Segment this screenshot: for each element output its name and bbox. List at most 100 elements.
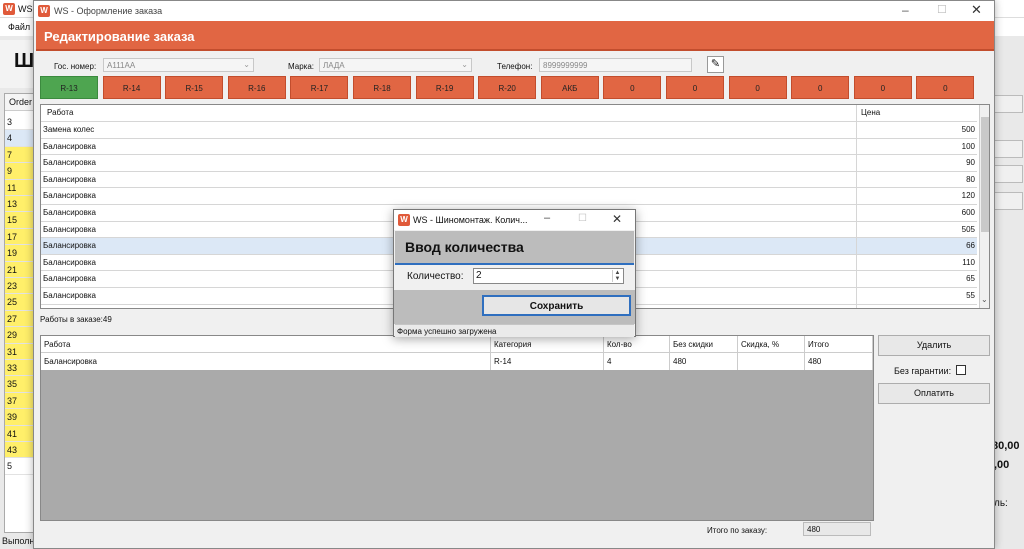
quantity-stepper[interactable]: ▲ ▼ xyxy=(612,270,622,282)
items-header-cell: Работа xyxy=(41,336,491,353)
category-tab[interactable]: 0 xyxy=(853,76,912,99)
chevron-down-icon: ⌄ xyxy=(243,60,250,69)
background-right-label: ль: xyxy=(994,498,1008,509)
works-header-price: Цена xyxy=(861,108,881,117)
category-tab[interactable]: R-18 xyxy=(353,76,411,99)
category-tab[interactable]: R-14 xyxy=(102,76,161,99)
brand-value: ЛАДА xyxy=(323,61,345,70)
items-cell[interactable]: 4 xyxy=(604,353,670,370)
works-row-price: 65 xyxy=(966,274,975,284)
save-button[interactable]: Сохранить xyxy=(482,295,631,316)
minimize-icon[interactable]: – xyxy=(544,212,550,224)
works-row[interactable]: Балансировка 80 xyxy=(41,172,977,189)
plate-select[interactable]: А111АА ⌄ xyxy=(103,58,254,72)
window-title: WS - Оформление заказа xyxy=(54,6,163,16)
items-cell[interactable]: 480 xyxy=(805,353,873,370)
category-tab[interactable]: R-20 xyxy=(478,76,537,99)
minimize-icon[interactable]: – xyxy=(902,3,909,17)
menu-file[interactable]: Файл xyxy=(8,22,30,32)
works-header-row: Работа Цена xyxy=(41,105,977,122)
category-tab[interactable]: R-13 xyxy=(40,76,98,99)
category-tab[interactable]: R-16 xyxy=(227,76,286,99)
plate-label: Гос. номер: xyxy=(54,62,97,71)
app-logo-icon: W xyxy=(3,3,15,15)
items-cell[interactable]: Балансировка xyxy=(41,353,491,370)
background-right-value-2: ,00 xyxy=(994,459,1010,471)
works-row-price: 80 xyxy=(966,174,975,184)
works-row-name: Балансировка xyxy=(43,224,96,234)
works-row-name: Балансировка xyxy=(43,208,96,217)
quantity-label: Количество: xyxy=(407,271,464,282)
works-scrollbar[interactable]: ⌄ xyxy=(979,105,989,308)
dialog-title: WS - Шиномонтаж. Колич... xyxy=(413,215,528,225)
category-tab[interactable]: 0 xyxy=(916,76,975,99)
works-row-name: Балансировка xyxy=(43,257,96,267)
items-cell[interactable]: 480 xyxy=(670,353,738,370)
close-icon[interactable]: ✕ xyxy=(971,2,982,18)
items-header-cell: Категория xyxy=(491,336,604,353)
maximize-icon[interactable]: ☐ xyxy=(937,3,947,16)
window-logo-icon: W xyxy=(38,5,50,17)
category-tab[interactable]: 0 xyxy=(791,76,850,99)
works-row-price: 100 xyxy=(961,141,975,151)
category-tab[interactable]: 0 xyxy=(666,76,724,99)
works-header-work: Работа xyxy=(47,108,74,117)
quantity-dialog: W WS - Шиномонтаж. Колич... – ☐ ✕ Ввод к… xyxy=(393,209,636,337)
window-titlebar: W WS - Оформление заказа – ☐ ✕ xyxy=(34,1,994,21)
chevron-down-icon: ⌄ xyxy=(461,60,468,69)
works-row[interactable]: Замена колес 500 xyxy=(41,122,977,139)
phone-label: Телефон: xyxy=(497,62,533,71)
scrollbar-thumb[interactable] xyxy=(981,117,989,232)
edit-pencil-icon[interactable]: ✎ xyxy=(707,56,724,73)
works-row-name: Балансировка xyxy=(43,241,96,251)
works-count: Работы в заказе:49 xyxy=(40,315,112,324)
works-row-price: 505 xyxy=(961,224,975,234)
works-row-price: 500 xyxy=(961,125,975,134)
phone-input[interactable]: 8999999999 xyxy=(539,58,692,72)
items-header-cell: Скидка, % xyxy=(738,336,805,353)
works-row-name: Замена колес xyxy=(43,125,95,134)
works-row-name: Балансировка xyxy=(43,274,96,284)
background-right-button[interactable] xyxy=(993,165,1023,183)
category-tab[interactable]: АКБ xyxy=(540,76,599,99)
background-status-text: Выполн xyxy=(2,536,35,546)
items-header-cell: Итого xyxy=(805,336,873,353)
category-tab[interactable]: R-15 xyxy=(165,76,224,99)
works-row-price: 600 xyxy=(961,208,975,217)
works-row-name: Балансировка xyxy=(43,141,96,151)
works-row-price: 120 xyxy=(961,191,975,201)
pay-button[interactable]: Оплатить xyxy=(878,383,990,404)
works-row-name: Балансировка xyxy=(43,291,96,300)
window-header: Редактирование заказа xyxy=(36,21,994,51)
category-tab[interactable]: 0 xyxy=(728,76,787,99)
works-row-price: 66 xyxy=(966,241,975,251)
category-tab[interactable]: R-19 xyxy=(415,76,474,99)
scroll-down-icon[interactable]: ⌄ xyxy=(981,295,988,304)
category-tab[interactable]: 0 xyxy=(603,76,662,99)
works-column-separator xyxy=(856,105,857,308)
works-row[interactable]: Балансировка 100 xyxy=(41,139,977,156)
works-row[interactable]: Балансировка 90 xyxy=(41,155,977,172)
brand-select[interactable]: ЛАДА ⌄ xyxy=(319,58,472,72)
maximize-icon[interactable]: ☐ xyxy=(578,213,587,224)
category-tab[interactable]: R-17 xyxy=(290,76,349,99)
quantity-input[interactable]: 2 ▲ ▼ xyxy=(473,268,624,284)
no-warranty-checkbox[interactable] xyxy=(956,365,966,375)
works-row-name: Балансировка xyxy=(43,191,96,201)
order-items-grid[interactable]: Работа Категория Кол-во Без скидки Скидка, %… xyxy=(40,335,874,521)
background-right-button[interactable] xyxy=(993,95,1023,113)
background-header-text: Ш xyxy=(14,50,35,72)
close-icon[interactable]: ✕ xyxy=(612,212,622,226)
delete-button[interactable]: Удалить xyxy=(878,335,990,356)
background-right-button[interactable] xyxy=(993,140,1023,158)
quantity-value: 2 xyxy=(476,270,482,281)
dialog-titlebar: W WS - Шиномонтаж. Колич... – ☐ ✕ xyxy=(394,210,635,230)
works-row[interactable]: Балансировка 120 xyxy=(41,188,977,205)
items-cell[interactable] xyxy=(738,353,805,370)
brand-label: Марка: xyxy=(288,62,314,71)
plate-value: А111АА xyxy=(107,61,136,70)
total-value: 480 xyxy=(803,522,871,536)
background-right-button[interactable] xyxy=(993,192,1023,210)
works-row-price: 55 xyxy=(966,291,975,300)
items-cell[interactable]: R-14 xyxy=(491,353,604,370)
